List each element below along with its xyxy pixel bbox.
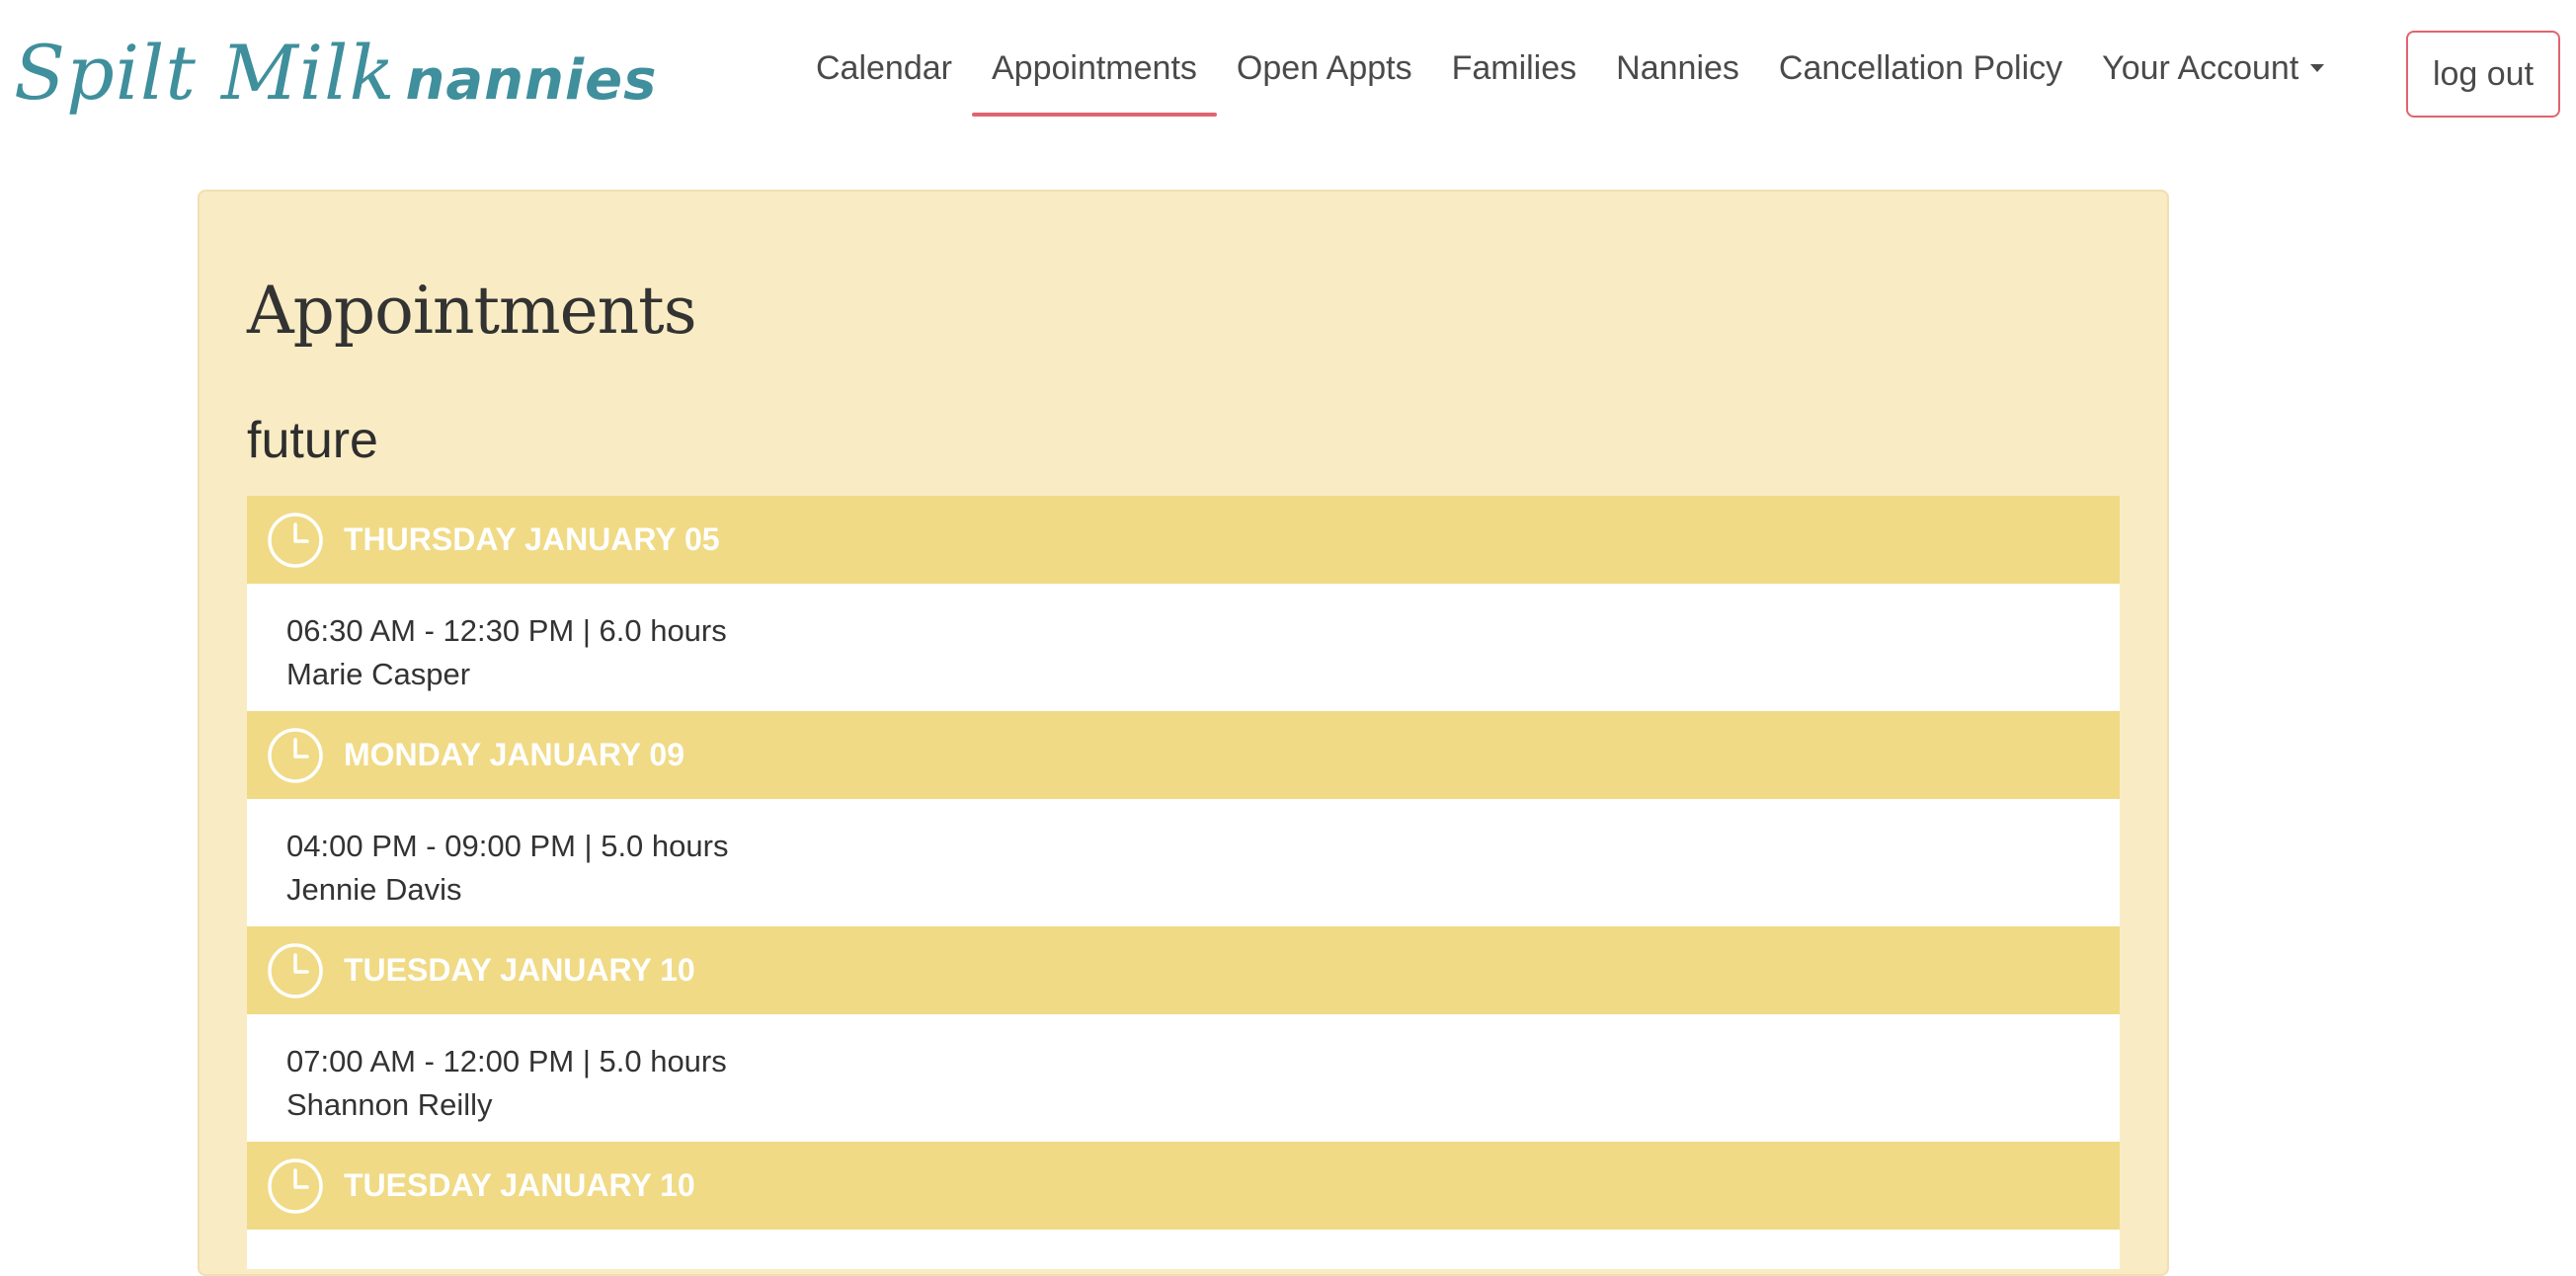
nav-item-calendar[interactable]: Calendar <box>796 36 972 117</box>
appointment-time: 07:00 AM - 12:00 PM | 5.0 hours <box>286 1044 727 1078</box>
appointment-date: MONDAY JANUARY 09 <box>344 737 684 772</box>
clock-icon <box>268 512 323 568</box>
nav-item-appointments[interactable]: Appointments <box>971 36 1217 117</box>
nav-item-nannies[interactable]: Nannies <box>1596 36 1759 117</box>
appointment-day-header: TUESDAY JANUARY 10 <box>247 926 2120 1014</box>
nav-item-cancellation-policy[interactable]: Cancellation Policy <box>1759 36 2082 117</box>
appointment-item[interactable]: 06:30 AM - 12:30 PM | 6.0 hours Marie Ca… <box>247 584 2120 711</box>
brand-logo[interactable]: Spilt Milk nannies <box>14 24 657 132</box>
appointment-date: TUESDAY JANUARY 10 <box>344 1167 695 1203</box>
appointment-nanny: Shannon Reilly <box>286 1087 493 1122</box>
appointment-date: TUESDAY JANUARY 10 <box>344 952 695 988</box>
nav-item-open-appts[interactable]: Open Appts <box>1217 36 1432 117</box>
nav-item-label: Your Account <box>2102 49 2299 87</box>
appointment-item[interactable]: 07:00 AM - 12:00 PM | 5.0 hours Shannon … <box>247 1014 2120 1142</box>
appointment-list: THURSDAY JANUARY 05 06:30 AM - 12:30 PM … <box>247 496 2120 1269</box>
appointment-item[interactable]: 04:00 PM - 09:00 PM | 5.0 hours Jennie D… <box>247 799 2120 926</box>
appointment-date: THURSDAY JANUARY 05 <box>344 521 720 557</box>
brand-name-secondary: nannies <box>405 48 658 113</box>
appointment-day-header: THURSDAY JANUARY 05 <box>247 496 2120 584</box>
section-heading: future <box>247 412 378 469</box>
logout-button[interactable]: log out <box>2406 31 2560 118</box>
nav-item-label: Calendar <box>816 49 952 87</box>
appointment-day-header: MONDAY JANUARY 09 <box>247 711 2120 799</box>
nav-item-families[interactable]: Families <box>1432 36 1597 117</box>
nav-item-your-account[interactable]: Your Account <box>2082 36 2344 117</box>
nav-item-label: Open Appts <box>1236 49 1412 87</box>
appointment-nanny: Marie Casper <box>286 657 471 691</box>
brand-name-primary: Spilt Milk <box>14 29 396 117</box>
nav-item-label: Families <box>1451 49 1577 87</box>
clock-icon <box>268 727 323 783</box>
page-title: Appointments <box>247 273 697 349</box>
main-nav: Calendar Appointments Open Appts Familie… <box>796 36 2344 119</box>
nav-item-label: Cancellation Policy <box>1778 49 2063 87</box>
appointment-item[interactable] <box>247 1230 2120 1269</box>
clock-icon <box>268 1157 323 1214</box>
appointment-time: 06:30 AM - 12:30 PM | 6.0 hours <box>286 613 727 648</box>
caret-down-icon <box>2310 64 2325 73</box>
appointment-day-header: TUESDAY JANUARY 10 <box>247 1142 2120 1230</box>
top-navbar: Spilt Milk nannies Calendar Appointments … <box>0 0 2576 148</box>
nav-item-label: Appointments <box>991 49 1197 87</box>
nav-item-label: Nannies <box>1616 49 1739 87</box>
appointment-nanny: Jennie Davis <box>286 872 462 907</box>
appointment-time: 04:00 PM - 09:00 PM | 5.0 hours <box>286 829 729 863</box>
clock-icon <box>268 942 323 998</box>
